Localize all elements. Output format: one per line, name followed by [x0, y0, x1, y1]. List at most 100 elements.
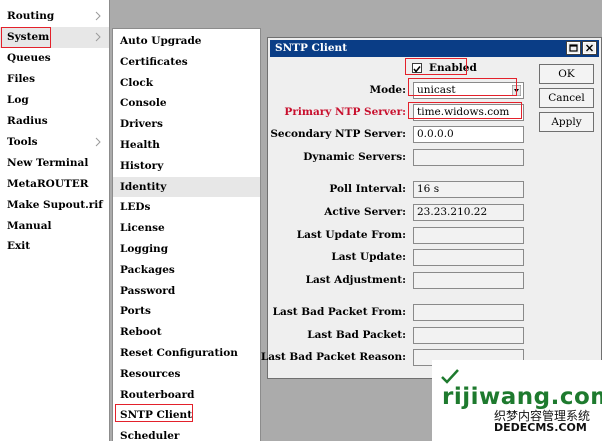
submenu-item-label: Ports [120, 305, 151, 318]
dynamic-servers-label: Dynamic Servers: [303, 151, 406, 163]
ok-button[interactable]: OK [539, 64, 594, 84]
submenu-item-label: Reset Configuration [120, 347, 238, 359]
submenu-item-label: Certificates [120, 55, 188, 68]
submenu-item-label: Clock [120, 76, 154, 89]
watermark: rijiwang.com 织梦内容管理系统 DEDECMS.COM [432, 360, 602, 441]
restore-button[interactable] [566, 41, 581, 55]
submenu-item-label: Reboot [120, 326, 162, 339]
menu-item-routing[interactable]: Routing [0, 6, 109, 27]
submenu-item-label: Auto Upgrade [120, 35, 202, 47]
menu-item-log[interactable]: Log [0, 90, 109, 111]
last-adjustment-field [413, 272, 524, 289]
submenu-item-license[interactable]: License [113, 218, 260, 239]
submenu-item-label: SNTP Client [120, 409, 193, 422]
submenu-item-auto-upgrade[interactable]: Auto Upgrade [113, 31, 260, 52]
submenu-arrow-icon [95, 11, 101, 21]
submenu-item-certificates[interactable]: Certificates [113, 52, 260, 73]
secondary-ntp-server-value: 0.0.0.0 [417, 128, 454, 140]
menu-item-label: System [7, 31, 50, 43]
dropdown-arrow-icon[interactable] [512, 85, 521, 96]
poll-interval-field: 16 s [413, 181, 524, 198]
last-update-label: Last Update: [331, 251, 406, 263]
main-menu: Routing System Queues Files Log Radius T… [0, 0, 110, 441]
submenu-item-logging[interactable]: Logging [113, 239, 260, 260]
poll-interval-label: Poll Interval: [329, 183, 406, 195]
mode-value: unicast [417, 84, 456, 96]
submenu-item-label: License [120, 222, 165, 235]
submenu-item-label: Packages [120, 263, 175, 276]
menu-item-make-supout[interactable]: Make Supout.rif [0, 195, 109, 216]
menu-item-new-terminal[interactable]: New Terminal [0, 153, 109, 174]
last-update-from-label: Last Update From: [296, 229, 406, 241]
submenu-item-ports[interactable]: Ports [113, 301, 260, 322]
submenu-item-history[interactable]: History [113, 156, 260, 177]
menu-item-metarouter[interactable]: MetaROUTER [0, 174, 109, 195]
submenu-item-leds[interactable]: LEDs [113, 197, 260, 218]
menu-item-manual[interactable]: Manual [0, 216, 109, 237]
watermark-domain-text: DEDECMS.COM [494, 421, 587, 434]
last-bad-packet-field [413, 327, 524, 344]
menu-item-label: Queues [7, 52, 51, 64]
submenu-item-packages[interactable]: Packages [113, 260, 260, 281]
last-bad-packet-from-field [413, 304, 524, 321]
submenu-item-clock[interactable]: Clock [113, 73, 260, 94]
submenu-item-drivers[interactable]: Drivers [113, 114, 260, 135]
submenu-item-reset-configuration[interactable]: Reset Configuration [113, 343, 260, 364]
submenu-item-label: Console [120, 97, 167, 110]
menu-item-queues[interactable]: Queues [0, 48, 109, 69]
primary-ntp-server-input[interactable]: time.widows.com [413, 104, 524, 121]
submenu-item-identity[interactable]: Identity [113, 176, 260, 198]
submenu-item-label: LEDs [120, 201, 151, 214]
menu-item-label: Files [7, 73, 36, 85]
restore-icon [569, 44, 578, 52]
last-update-field [413, 249, 524, 266]
menu-item-files[interactable]: Files [0, 69, 109, 90]
submenu-item-console[interactable]: Console [113, 93, 260, 114]
cancel-button[interactable]: Cancel [539, 88, 594, 108]
close-icon [586, 44, 593, 52]
menu-item-label: Routing [7, 10, 55, 22]
primary-ntp-server-value: time.widows.com [417, 106, 510, 118]
system-submenu: Auto Upgrade Certificates Clock Console … [112, 28, 261, 441]
submenu-item-label: Resources [120, 367, 181, 380]
last-bad-packet-from-label: Last Bad Packet From: [272, 306, 406, 318]
mode-label: Mode: [369, 84, 406, 96]
enabled-label: Enabled [429, 62, 477, 74]
last-bad-packet-label: Last Bad Packet: [307, 329, 406, 341]
submenu-item-password[interactable]: Password [113, 281, 260, 302]
primary-ntp-server-label: Primary NTP Server: [284, 106, 406, 118]
dialog-titlebar[interactable]: SNTP Client [270, 40, 599, 57]
secondary-ntp-server-label: Secondary NTP Server: [270, 128, 406, 140]
submenu-item-label: Password [120, 284, 176, 297]
menu-item-label: Tools [7, 136, 38, 148]
menu-item-label: Log [7, 94, 29, 106]
menu-item-label: Radius [7, 115, 48, 127]
submenu-arrow-icon [95, 32, 101, 42]
mode-select[interactable]: unicast [413, 82, 524, 99]
menu-item-label: Make Supout.rif [7, 199, 103, 211]
close-button[interactable] [582, 41, 597, 55]
submenu-item-resources[interactable]: Resources [113, 364, 260, 385]
menu-item-radius[interactable]: Radius [0, 111, 109, 132]
last-bad-packet-reason-label: Last Bad Packet Reason: [260, 351, 406, 363]
menu-item-exit[interactable]: Exit [0, 236, 109, 257]
enabled-checkbox[interactable] [412, 63, 422, 73]
submenu-item-label: Routerboard [120, 388, 195, 401]
submenu-item-label: Health [120, 139, 160, 151]
submenu-item-sntp-client[interactable]: SNTP Client [113, 405, 260, 426]
last-update-from-field [413, 227, 524, 244]
secondary-ntp-server-input[interactable]: 0.0.0.0 [413, 126, 524, 143]
menu-item-label: MetaROUTER [7, 178, 89, 190]
submenu-item-label: Identity [120, 180, 167, 193]
submenu-item-scheduler[interactable]: Scheduler [113, 426, 260, 441]
menu-item-label: Exit [7, 240, 31, 252]
submenu-item-label: History [120, 159, 164, 172]
apply-button[interactable]: Apply [539, 112, 594, 132]
submenu-item-reboot[interactable]: Reboot [113, 322, 260, 343]
menu-item-system[interactable]: System [0, 27, 109, 48]
menu-item-tools[interactable]: Tools [0, 132, 109, 153]
submenu-item-health[interactable]: Health [113, 135, 260, 156]
submenu-item-routerboard[interactable]: Routerboard [113, 385, 260, 406]
dynamic-servers-field [413, 149, 524, 166]
submenu-item-label: Scheduler [120, 430, 180, 441]
